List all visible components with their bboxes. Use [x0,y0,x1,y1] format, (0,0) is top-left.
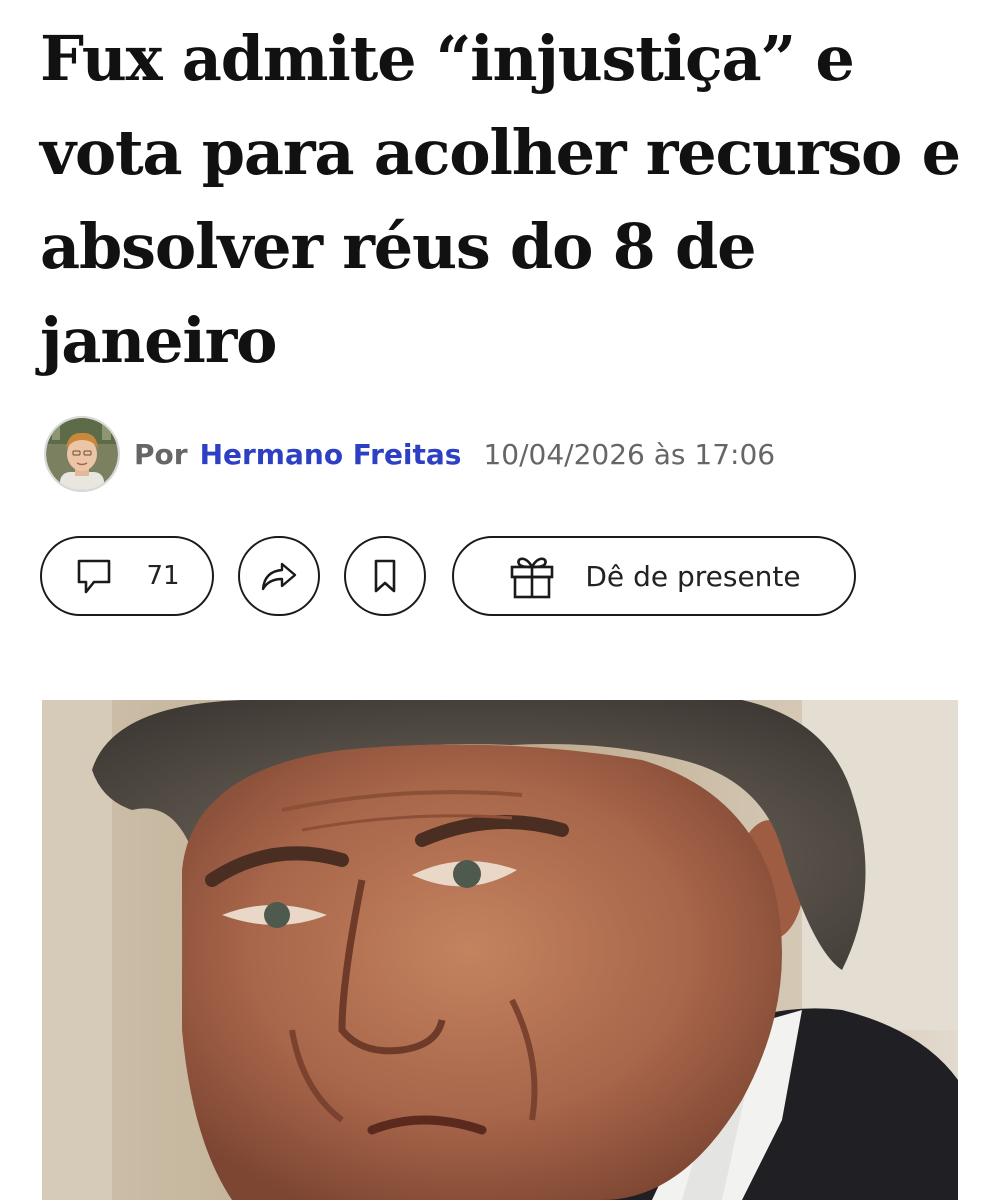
bookmark-button[interactable] [344,536,426,616]
bookmark-icon [365,556,405,596]
publish-date: 10/04/2026 às 17:06 [483,437,776,471]
comment-bubble-icon [74,556,114,596]
share-button[interactable] [238,536,320,616]
article-headline: Fux admite “injustiça” e vota para acolh… [40,22,961,377]
byline: Por Hermano Freitas 10/04/2026 às 17:06 [44,414,775,494]
author-link[interactable]: Hermano Freitas [200,438,462,471]
comment-count: 71 [146,561,180,591]
comments-button[interactable]: 71 [40,536,214,616]
byline-prefix: Por [134,437,188,471]
article-photo [42,700,958,1200]
action-bar: 71 Dê de presente [0,536,999,618]
author-avatar[interactable] [44,416,120,492]
gift-label: Dê de presente [585,559,801,593]
share-arrow-icon [259,556,299,596]
gift-icon [507,551,557,601]
gift-button[interactable]: Dê de presente [452,536,856,616]
